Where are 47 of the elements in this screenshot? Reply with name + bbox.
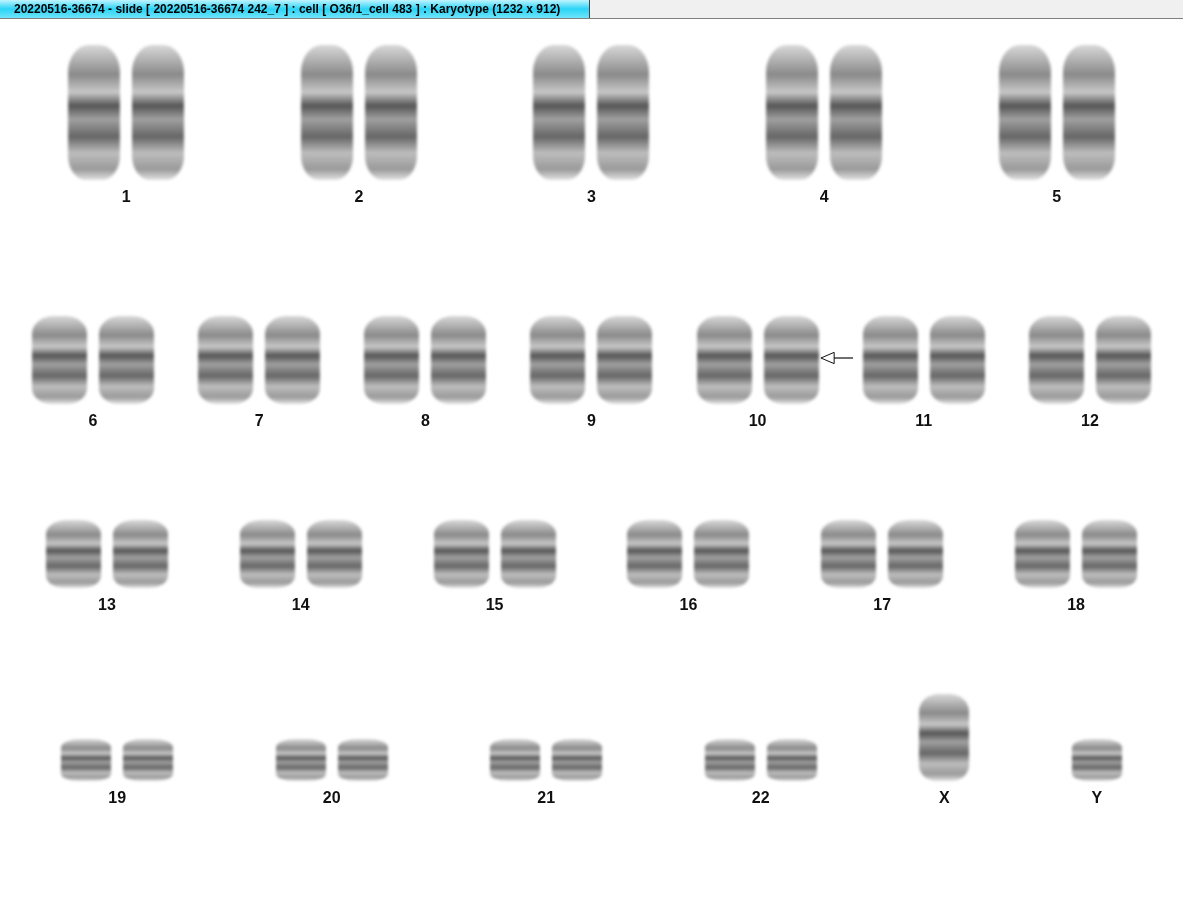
- chromosome-drawing: [627, 520, 683, 588]
- chromosome-drawing: [45, 520, 101, 588]
- chromosome-drawing: [1015, 520, 1071, 588]
- chromosome-label: Y: [1091, 789, 1103, 807]
- chromosome-drawing: [704, 739, 755, 781]
- chromosome-label: 1: [121, 188, 131, 206]
- chromosome-label: 5: [1052, 188, 1062, 206]
- chromosome-label: 10: [748, 412, 767, 430]
- chromosome-drawing: [306, 520, 362, 588]
- chromosome-drawing: [694, 520, 750, 588]
- chromosome-label: 18: [1067, 596, 1085, 614]
- chromosome-label: 17: [873, 596, 892, 614]
- chromosome-drawing: [239, 520, 295, 588]
- chromosome-label: 11: [915, 412, 933, 430]
- chromosome-drawing: [552, 739, 603, 781]
- chromosome-drawing: [1071, 739, 1122, 781]
- chromosome-label: 8: [420, 412, 430, 430]
- chromosome-label: 6: [88, 412, 98, 430]
- chromosome-label: 16: [679, 596, 698, 614]
- chromosome-drawing: [500, 520, 556, 588]
- chromosome-label: X: [938, 789, 950, 807]
- chromosome-drawing: [490, 739, 541, 781]
- chromosome-drawing: [1082, 520, 1138, 588]
- chromosome-label: 22: [751, 789, 770, 807]
- chromosome-drawing: [112, 520, 168, 588]
- chromosome-label: 9: [587, 412, 596, 430]
- chromosome-label: 12: [1081, 412, 1099, 430]
- chromosome-drawing: [433, 520, 489, 588]
- chromosome-drawing: [766, 739, 817, 781]
- chromosome-drawing: [337, 739, 388, 781]
- chromosome-label: 15: [485, 596, 504, 614]
- chromosome-drawing: [821, 520, 877, 588]
- chromosome-label: 14: [291, 596, 310, 614]
- chromosome-label: 19: [108, 789, 127, 807]
- chromosome-label: 3: [587, 188, 596, 206]
- chromosome-drawing: [275, 739, 326, 781]
- chromosome-label: 13: [98, 596, 116, 614]
- chromosome-drawing: [61, 739, 112, 781]
- chromosome-drawing: [123, 739, 174, 781]
- chromosome-label: 20: [322, 789, 341, 807]
- chromosome-label: 21: [537, 789, 556, 807]
- chromosome-label: 7: [254, 412, 264, 430]
- arrow-marker-icon: [819, 351, 854, 366]
- chromosome-drawing: [888, 520, 944, 588]
- chromosome-label: 4: [819, 188, 829, 206]
- chromosome-label: 2: [354, 188, 364, 206]
- window-title: 20220516-36674 - slide [ 20220516-36674 242_7 ] : cell [ O36/1_cell 483 ] : Karyotype (1232 x 912): [0, 0, 590, 18]
